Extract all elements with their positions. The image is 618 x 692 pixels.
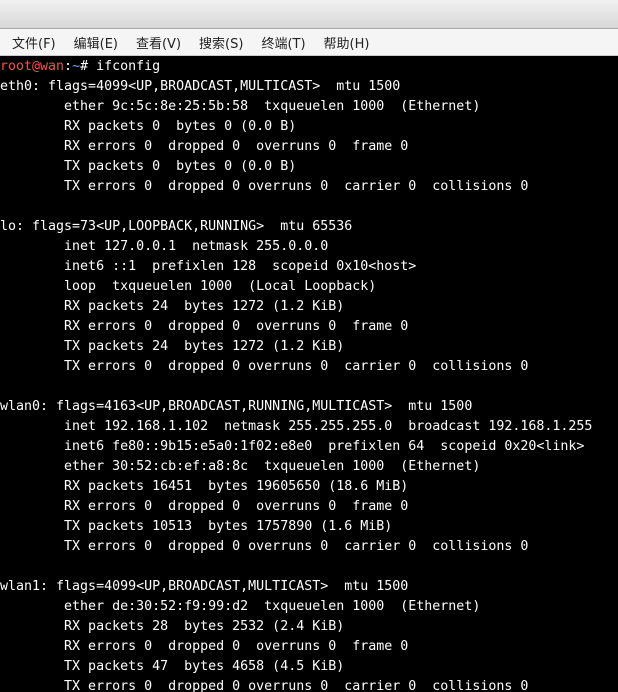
- prompt-user-host: root@wan: [0, 59, 64, 74]
- menu-edit[interactable]: 编辑(E): [66, 30, 126, 55]
- terminal-output: eth0: flags=4099<UP,BROADCAST,MULTICAST>…: [0, 79, 592, 692]
- menu-view[interactable]: 查看(V): [128, 30, 189, 55]
- prompt-separator: :: [64, 59, 72, 74]
- command-text: ifconfig: [96, 59, 160, 74]
- terminal-viewport[interactable]: root@wan:~# ifconfig eth0: flags=4099<UP…: [0, 56, 618, 692]
- prompt-hash: #: [80, 59, 96, 74]
- menu-help[interactable]: 帮助(H): [316, 30, 378, 55]
- menu-file[interactable]: 文件(F): [4, 30, 64, 55]
- menubar: 文件(F) 编辑(E) 查看(V) 搜索(S) 终端(T) 帮助(H): [0, 29, 618, 56]
- menu-terminal[interactable]: 终端(T): [253, 30, 313, 55]
- prompt-path: ~: [72, 59, 80, 74]
- menu-search[interactable]: 搜索(S): [191, 30, 251, 55]
- window-titlebar[interactable]: [0, 0, 618, 29]
